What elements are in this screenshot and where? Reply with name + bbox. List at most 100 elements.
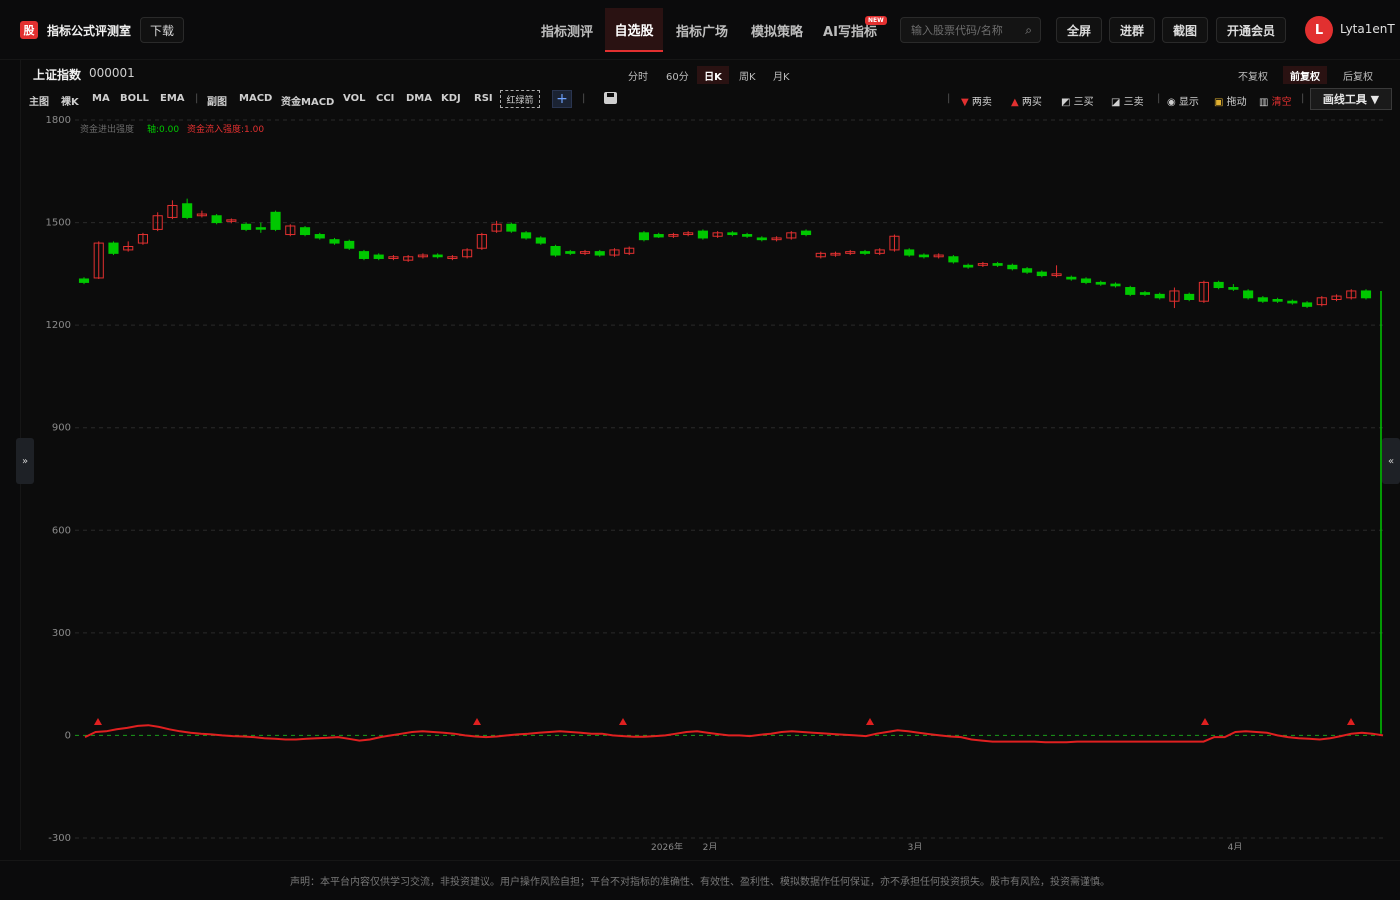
avatar[interactable]: L <box>1305 16 1333 44</box>
save-icon[interactable] <box>604 92 617 104</box>
separator: | <box>582 93 586 104</box>
app-title: 指标公式评测室 <box>47 24 132 38</box>
add-indicator-button[interactable]: + <box>552 90 572 108</box>
tool-buy3[interactable]: ◩ 三买 <box>1061 93 1094 108</box>
separator: | <box>1157 93 1161 104</box>
candle-body <box>299 227 311 236</box>
y-tick-label: -300 <box>48 833 71 844</box>
search-icon[interactable]: ⌕ <box>1025 23 1032 38</box>
candle-body <box>1007 264 1018 270</box>
candle-body <box>1228 287 1239 290</box>
candle-body <box>550 246 561 256</box>
adjust-forward[interactable]: 前复权 <box>1283 66 1327 84</box>
tool-drag[interactable]: ▣ 拖动 <box>1214 93 1247 108</box>
candle-body <box>1213 281 1224 289</box>
separator: | <box>1301 93 1305 104</box>
candle-body <box>521 232 532 239</box>
period-monthly-k[interactable]: 月K <box>766 66 797 84</box>
buy-signal-marker <box>1201 718 1209 725</box>
x-axis-labels: 2026年 2月 3月 4月 <box>651 841 1242 850</box>
y-tick-label: 1500 <box>46 218 71 229</box>
indicator-red-green-arrow[interactable]: 红绿箭 <box>500 90 540 108</box>
fund-strength-line <box>84 724 1384 744</box>
candle-body <box>506 223 517 232</box>
expand-left-panel-button[interactable]: » <box>16 438 34 484</box>
separator: | <box>195 93 199 104</box>
indicator-cci[interactable]: CCI <box>376 93 394 104</box>
candle-body <box>1184 293 1195 301</box>
indicator-ma[interactable]: MA <box>92 93 110 104</box>
candle-body <box>255 227 266 230</box>
tab-indicator-square[interactable]: 指标广场 <box>665 8 739 52</box>
y-tick-label: 0 <box>65 730 71 741</box>
tool-sell3[interactable]: ◪ 三卖 <box>1111 93 1144 108</box>
username[interactable]: Lyta1enT <box>1340 22 1395 36</box>
indicator-boll[interactable]: BOLL <box>120 93 149 104</box>
kline-chart[interactable]: 1800 1500 1200 900 600 300 0 -300 2026年 2月 3月 4月 资… <box>20 112 1384 850</box>
buy-signal-marker <box>866 718 874 725</box>
period-weekly-k[interactable]: 周K <box>732 66 763 84</box>
legend-title: 资金进出强度 <box>80 123 134 135</box>
candle-body <box>948 256 959 263</box>
tool-show-label: 显示 <box>1178 97 1199 108</box>
period-daily-k[interactable]: 日K <box>697 66 729 84</box>
candle-body <box>1036 271 1047 277</box>
expand-right-panel-button[interactable]: « <box>1382 438 1400 484</box>
period-60min[interactable]: 60分 <box>659 66 696 84</box>
indicator-fund-macd[interactable]: 资金MACD <box>281 93 334 108</box>
buy-signal-marker <box>619 718 627 725</box>
tool-show[interactable]: ◉ 显示 <box>1167 93 1199 108</box>
new-badge: NEW <box>865 16 887 25</box>
tab-indicator-review[interactable]: 指标测评 <box>530 8 604 52</box>
disclaimer-text: 声明：本平台内容仅供学习交流，非投资建议。用户操作风险自担；平台不对指标的准确性… <box>0 860 1400 900</box>
tab-ai-write-indicator[interactable]: AI写指标 <box>815 8 885 52</box>
tab-simulated-strategy[interactable]: 模拟策略 <box>740 8 814 52</box>
indicator-rsi[interactable]: RSI <box>474 93 493 104</box>
search-placeholder: 输入股票代码/名称 <box>911 24 1003 37</box>
indicator-naked-k[interactable]: 裸K <box>61 93 79 108</box>
stock-name: 上证指数 <box>33 68 82 82</box>
drawing-tools-button[interactable]: 画线工具 ▼ <box>1310 88 1392 110</box>
candle-body <box>314 234 325 239</box>
tool-sell3-label: 三卖 <box>1123 97 1144 108</box>
candle-body <box>697 230 708 239</box>
screenshot-button[interactable]: 截图 <box>1162 17 1208 43</box>
indicator-vol[interactable]: VOL <box>343 93 365 104</box>
candle-body <box>1066 276 1077 280</box>
indicator-kdj[interactable]: KDJ <box>441 93 461 104</box>
join-group-button[interactable]: 进群 <box>1109 17 1155 43</box>
indicator-sub-chart[interactable]: 副图 <box>207 93 227 108</box>
candle-body <box>211 215 222 224</box>
tool-clear[interactable]: ▥ 清空 <box>1259 93 1292 108</box>
candle-body <box>653 234 664 238</box>
indicator-main-chart[interactable]: 主图 <box>29 93 49 108</box>
candle-body <box>1257 297 1268 302</box>
period-timeshare[interactable]: 分时 <box>621 66 655 84</box>
candle-body <box>742 234 753 237</box>
adjust-none[interactable]: 不复权 <box>1231 66 1275 84</box>
fullscreen-button[interactable]: 全屏 <box>1056 17 1102 43</box>
candle-body <box>638 232 650 241</box>
tool-buy2[interactable]: ▲ 两买 <box>1011 93 1042 108</box>
eye-icon: ◉ <box>1167 97 1176 108</box>
buy-signal-marker <box>473 718 481 725</box>
download-button[interactable]: 下载 <box>140 17 184 43</box>
open-membership-button[interactable]: 开通会员 <box>1216 17 1286 43</box>
tab-watchlist[interactable]: 自选股 <box>605 8 663 52</box>
y-tick-label: 1200 <box>46 320 71 331</box>
candle-body <box>727 232 738 236</box>
app-logo-icon: 股 <box>20 21 38 39</box>
indicator-ema[interactable]: EMA <box>160 93 185 104</box>
adjust-backward[interactable]: 后复权 <box>1336 66 1380 84</box>
indicator-dma[interactable]: DMA <box>406 93 432 104</box>
candle-body <box>565 251 576 254</box>
stock-search-input[interactable]: 输入股票代码/名称 ⌕ <box>900 17 1041 43</box>
indicator-macd[interactable]: MACD <box>239 93 272 104</box>
candle-body <box>756 237 767 241</box>
indicator-series <box>84 724 1384 744</box>
chart-down-icon: ◪ <box>1111 97 1121 108</box>
chart-up-icon: ◩ <box>1061 97 1071 108</box>
candle-body <box>1139 292 1151 295</box>
tool-sell2[interactable]: ▼ 两卖 <box>961 93 992 108</box>
lock-icon: ▣ <box>1214 97 1224 108</box>
